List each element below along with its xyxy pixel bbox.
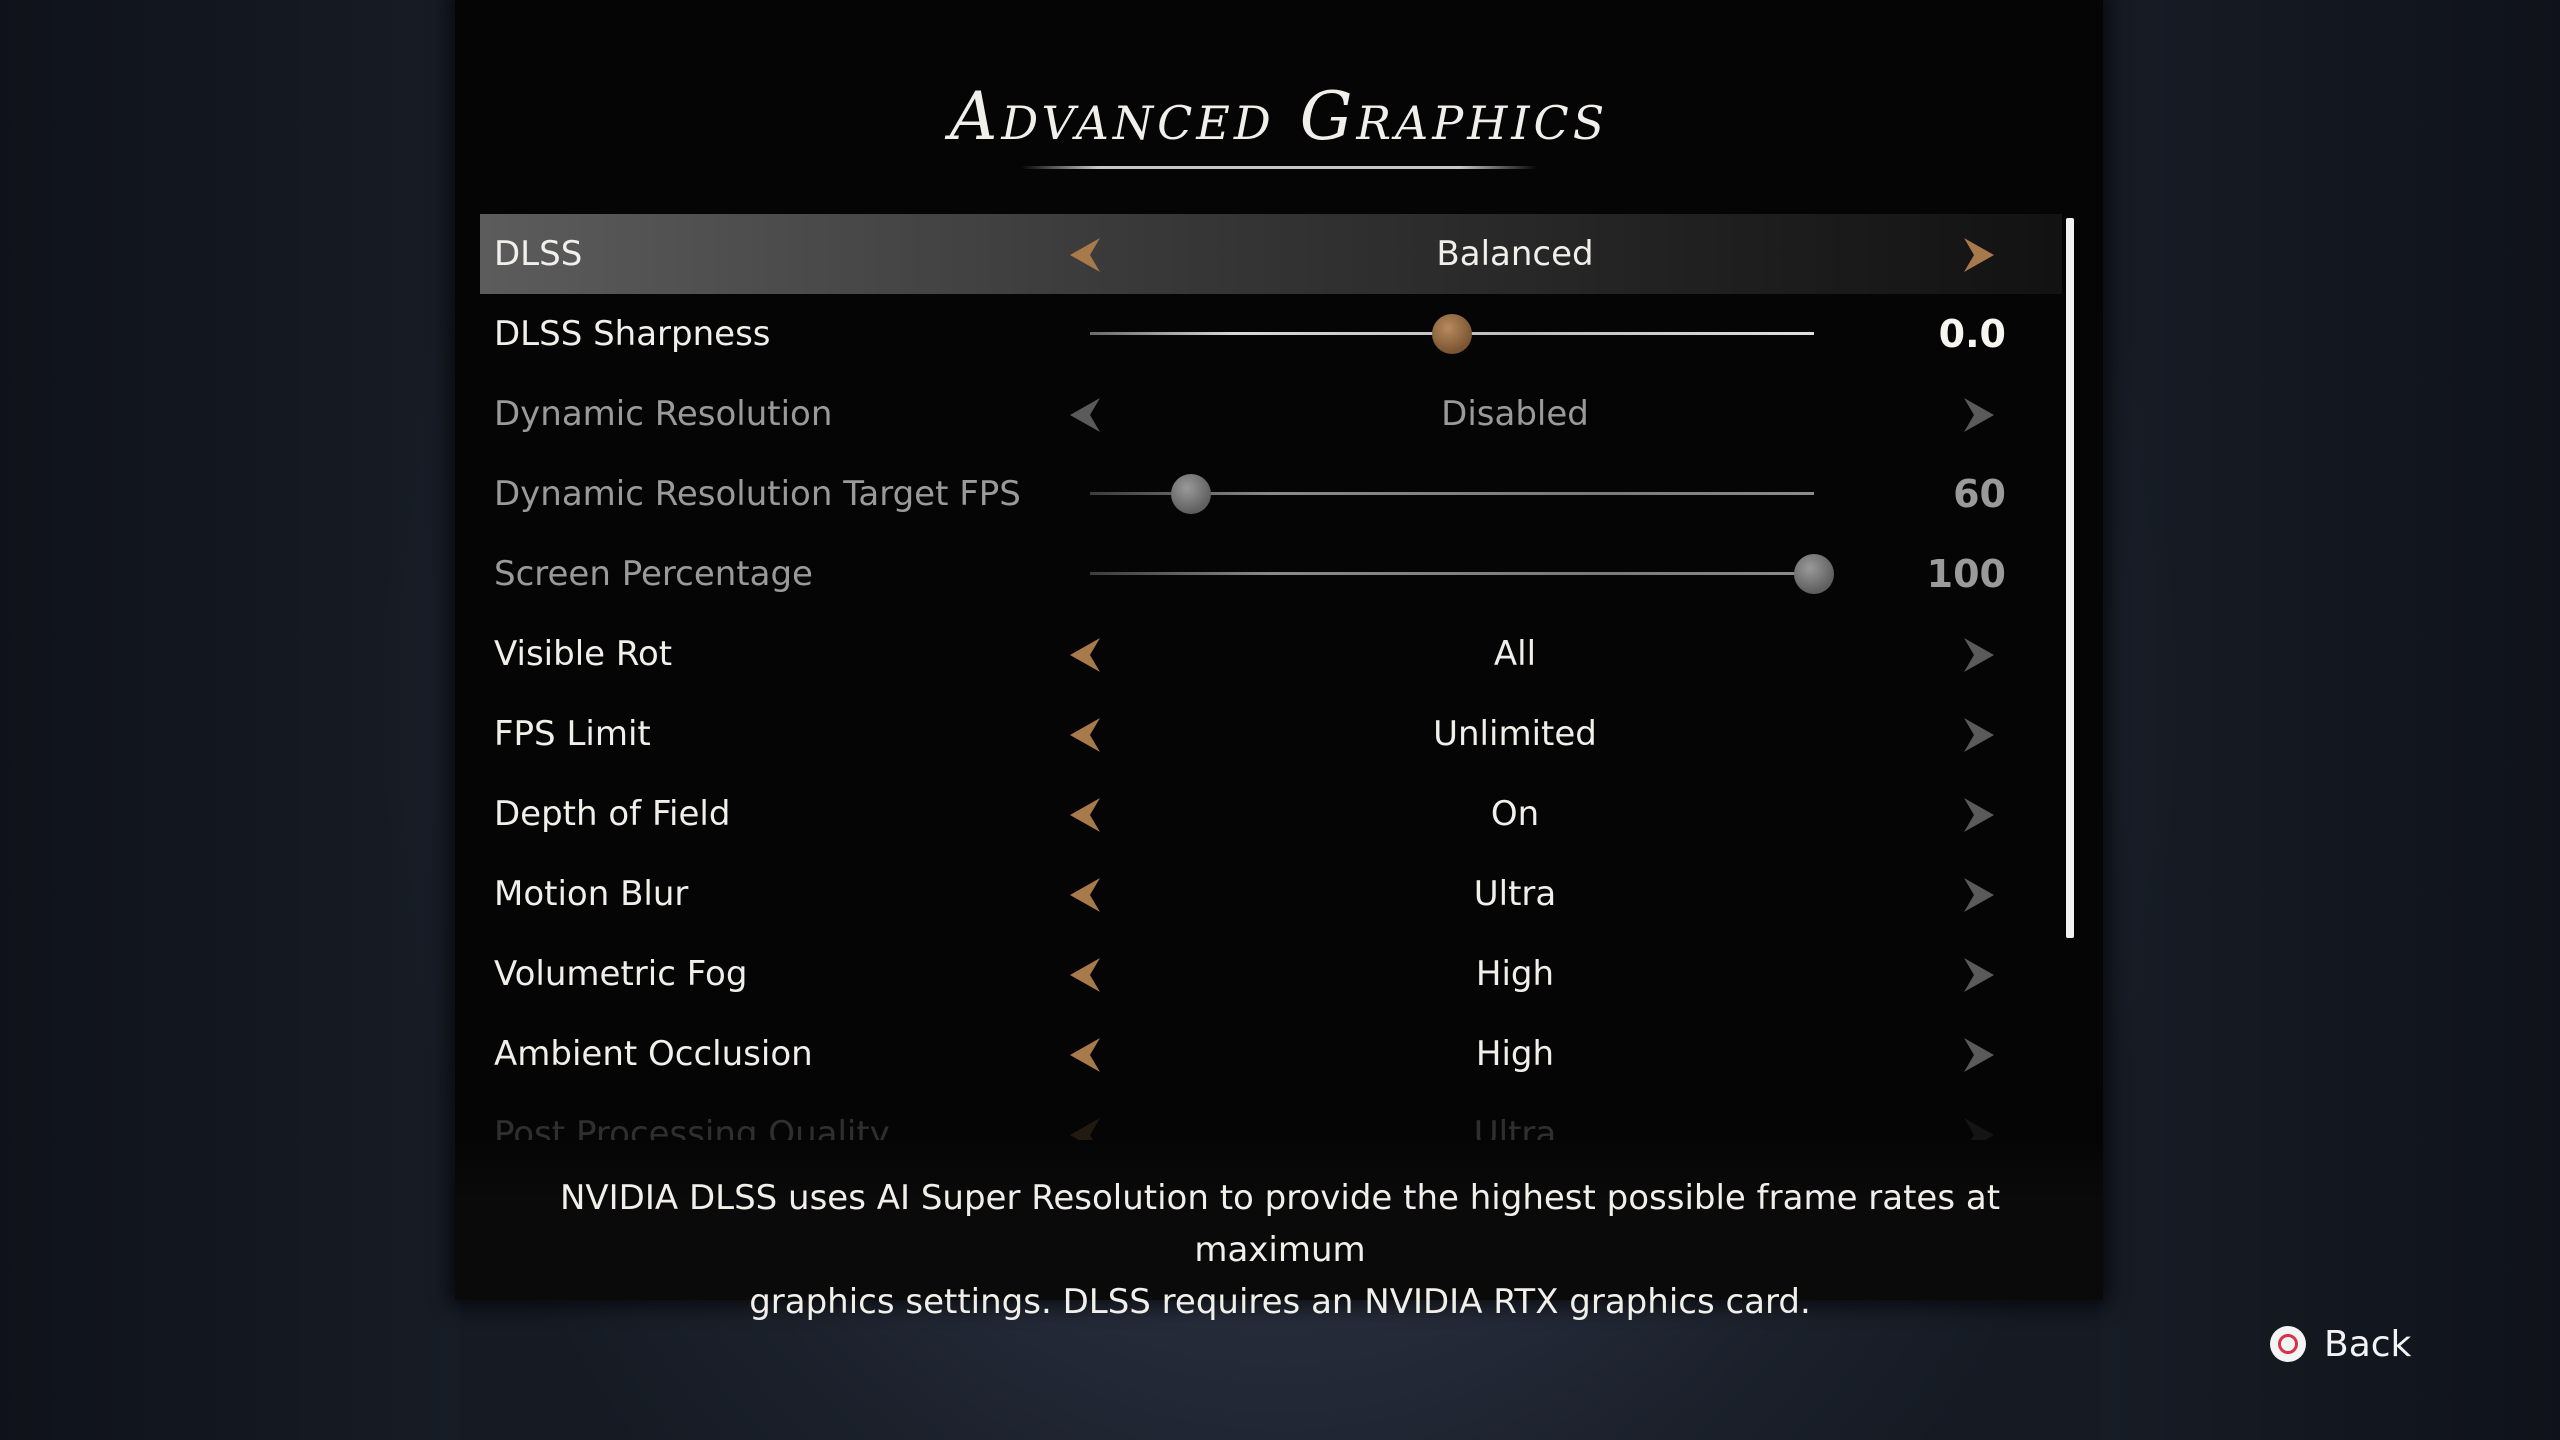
setting-row-screen-percentage[interactable]: Screen Percentage 100 [480, 534, 2062, 614]
setting-label: Depth of Field [494, 794, 731, 834]
arrow-right-icon[interactable] [1960, 956, 1998, 994]
slider-value: 0.0 [1938, 312, 2006, 356]
setting-value: High [1475, 954, 1555, 994]
setting-label: DLSS [494, 234, 583, 274]
setting-row-dlss[interactable]: DLSS Balanced [480, 214, 2062, 294]
page-title: Advanced Graphics [949, 78, 1609, 155]
scrollbar[interactable] [2066, 218, 2074, 938]
setting-value: All [1493, 634, 1537, 674]
setting-row-depth-of-field[interactable]: Depth of Field On [480, 774, 2062, 854]
setting-value: Balanced [1436, 234, 1594, 274]
setting-label: Dynamic Resolution Target FPS [494, 474, 1021, 514]
setting-label: Motion Blur [494, 874, 689, 914]
setting-label: Ambient Occlusion [494, 1034, 813, 1074]
slider-knob[interactable] [1432, 314, 1472, 354]
slider-knob[interactable] [1794, 554, 1834, 594]
setting-row-motion-blur[interactable]: Motion Blur Ultra [480, 854, 2062, 934]
arrow-left-icon[interactable] [1066, 716, 1104, 754]
description-line-2: graphics settings. DLSS requires an NVID… [749, 1282, 1811, 1322]
setting-label: Visible Rot [494, 634, 673, 674]
arrow-right-icon[interactable] [1960, 236, 1998, 274]
arrow-left-icon[interactable] [1066, 796, 1104, 834]
arrow-left-icon[interactable] [1066, 236, 1104, 274]
setting-value: On [1490, 794, 1540, 834]
slider-value: 100 [1926, 552, 2006, 596]
setting-value: Disabled [1441, 394, 1589, 434]
arrow-right-icon[interactable] [1960, 636, 1998, 674]
setting-row-visible-rot[interactable]: Visible Rot All [480, 614, 2062, 694]
arrow-left-icon[interactable] [1066, 1036, 1104, 1074]
title-underline [1021, 166, 1537, 169]
arrow-left-icon[interactable] [1066, 396, 1104, 434]
back-button[interactable]: Back [2270, 1318, 2411, 1370]
setting-value: High [1475, 1034, 1555, 1074]
circle-button-icon [2270, 1326, 2306, 1362]
setting-row-ambient-occlusion[interactable]: Ambient Occlusion High [480, 1014, 2062, 1094]
background-right [2100, 0, 2560, 1440]
slider-value: 60 [1953, 472, 2006, 516]
arrow-right-icon[interactable] [1960, 716, 1998, 754]
setting-value: Ultra [1473, 1114, 1557, 1140]
arrow-right-icon[interactable] [1960, 1036, 1998, 1074]
arrow-right-icon[interactable] [1960, 876, 1998, 914]
setting-row-dynamic-resolution[interactable]: Dynamic Resolution Disabled [480, 374, 2062, 454]
setting-label: DLSS Sharpness [494, 314, 771, 354]
arrow-right-icon[interactable] [1960, 796, 1998, 834]
setting-row-volumetric-fog[interactable]: Volumetric Fog High [480, 934, 2062, 1014]
setting-label: Screen Percentage [494, 554, 813, 594]
description-line-1: NVIDIA DLSS uses AI Super Resolution to … [559, 1178, 2001, 1270]
setting-label: FPS Limit [494, 714, 651, 754]
slider-track[interactable] [1090, 572, 1814, 575]
arrow-left-icon[interactable] [1066, 876, 1104, 914]
setting-label: Dynamic Resolution [494, 394, 833, 434]
arrow-left-icon[interactable] [1066, 956, 1104, 994]
arrow-left-icon[interactable] [1066, 1116, 1104, 1140]
arrow-left-icon[interactable] [1066, 636, 1104, 674]
arrow-right-icon[interactable] [1960, 1116, 1998, 1140]
setting-label: Volumetric Fog [494, 954, 748, 994]
setting-label: Post Processing Quality [494, 1114, 890, 1140]
setting-row-fps-limit[interactable]: FPS Limit Unlimited [480, 694, 2062, 774]
setting-row-dynamic-resolution-target-fps[interactable]: Dynamic Resolution Target FPS 60 [480, 454, 2062, 534]
setting-value: Unlimited [1433, 714, 1597, 754]
setting-description: NVIDIA DLSS uses AI Super Resolution to … [500, 1172, 2060, 1328]
settings-list[interactable]: DLSS Balanced DLSS Sharpness 0.0 Dynamic Res… [480, 214, 2062, 1140]
back-label: Back [2324, 1323, 2412, 1365]
slider-knob[interactable] [1171, 474, 1212, 514]
setting-value: Ultra [1473, 874, 1557, 914]
setting-row-post-processing-quality[interactable]: Post Processing Quality Ultra [480, 1094, 2062, 1140]
arrow-right-icon[interactable] [1960, 396, 1998, 434]
background-left [0, 0, 460, 1440]
setting-row-dlss-sharpness[interactable]: DLSS Sharpness 0.0 [480, 294, 2062, 374]
